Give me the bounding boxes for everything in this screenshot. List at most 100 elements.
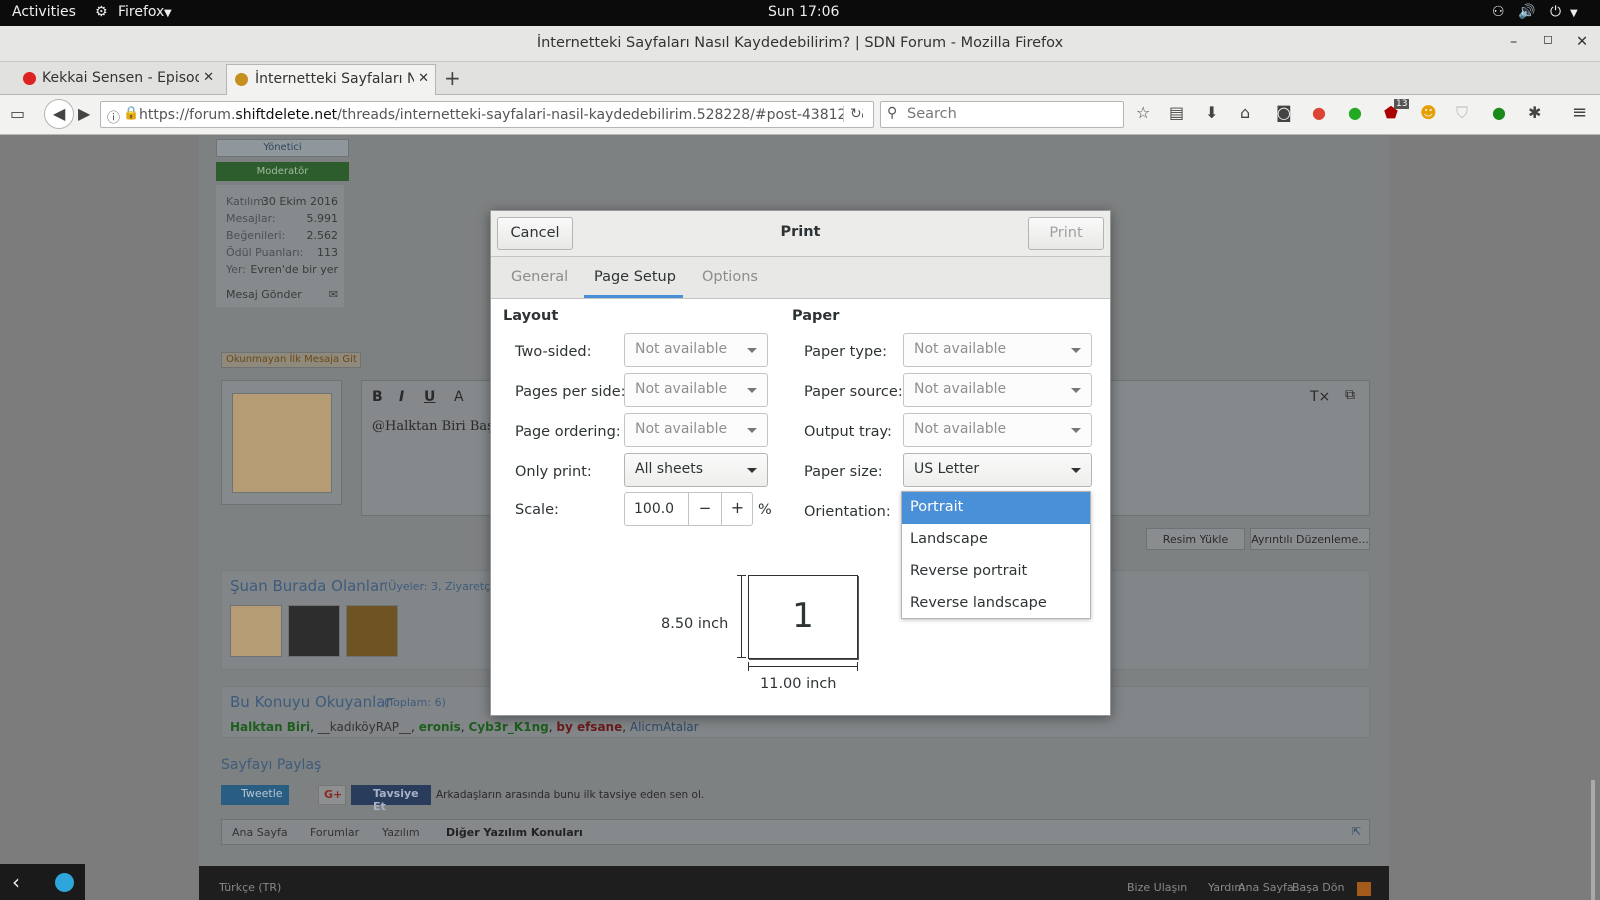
url-bar[interactable]: ⓘ 🔒 https://forum.shiftdelete.net/thread… xyxy=(100,101,874,128)
jump-icon[interactable]: ⇱ xyxy=(1352,825,1361,838)
minimize-button[interactable]: – xyxy=(1510,34,1517,50)
paper-source-select[interactable]: Not available xyxy=(903,373,1092,407)
extension-color-icon[interactable]: ● xyxy=(1312,105,1326,121)
hamburger-menu-icon[interactable]: ≡ xyxy=(1572,104,1587,122)
orientation-option-reverse-landscape[interactable]: Reverse landscape xyxy=(902,588,1090,620)
orientation-option-landscape[interactable]: Landscape xyxy=(902,524,1090,556)
dimension-tick xyxy=(737,657,746,658)
new-tab-button[interactable]: + xyxy=(444,66,461,90)
orientation-option-portrait[interactable]: Portrait xyxy=(902,492,1090,524)
chevron-down-icon xyxy=(1071,468,1081,473)
reading-list-icon[interactable]: ▤ xyxy=(1169,105,1184,121)
tab-sdn-forum[interactable]: İnternetteki Sayfaları Na ✕ xyxy=(226,64,436,95)
underline-icon[interactable]: U xyxy=(424,389,435,405)
reader-link[interactable]: AlicmAtalar xyxy=(630,720,699,734)
avatar[interactable] xyxy=(346,605,398,657)
downloads-icon[interactable]: ⬇ xyxy=(1205,105,1218,121)
network-icon[interactable]: ⚇ xyxy=(1492,4,1505,20)
rss-icon[interactable] xyxy=(1357,882,1371,896)
tweet-button[interactable]: Tweetle xyxy=(221,785,289,805)
bookmark-star-icon[interactable]: ☆ xyxy=(1136,105,1150,121)
close-tab-icon[interactable]: ✕ xyxy=(414,71,429,86)
breadcrumb-item[interactable]: Yazılım xyxy=(382,826,420,839)
footer-link[interactable]: Bize Ulaşın xyxy=(1127,881,1187,894)
paper-width-label: 11.00 inch xyxy=(760,676,837,692)
activities-button[interactable]: Activities xyxy=(12,4,76,20)
tab-options[interactable]: Options xyxy=(702,269,758,285)
scale-decrease-button[interactable]: − xyxy=(688,493,721,525)
facebook-recommend-button[interactable]: Tavsiye Et xyxy=(351,785,431,813)
close-tab-icon[interactable]: ✕ xyxy=(199,70,214,85)
upload-image-button[interactable]: Resim Yükle xyxy=(1146,528,1245,550)
pages-per-side-label: Pages per side: xyxy=(515,384,626,400)
footer-link[interactable]: Başa Dön xyxy=(1292,881,1344,894)
info-icon[interactable]: ⓘ xyxy=(107,107,120,126)
language-selector[interactable]: Türkçe (TR) xyxy=(219,881,281,894)
paper-header: Paper xyxy=(792,308,840,324)
telegram-icon[interactable] xyxy=(55,873,74,892)
print-button[interactable]: Print xyxy=(1028,217,1104,250)
app-menu-icon[interactable]: ⚙ xyxy=(95,4,108,20)
breadcrumb-item[interactable]: Diğer Yazılım Konuları xyxy=(446,826,583,839)
source-mode-icon[interactable]: ⧉ xyxy=(1345,387,1355,403)
search-placeholder: Search xyxy=(907,106,957,122)
chevron-left-icon[interactable]: ‹ xyxy=(12,870,20,894)
reader-link[interactable]: __kadıköyRAP__ xyxy=(318,720,411,734)
reader-link[interactable]: Halktan Biri xyxy=(230,720,310,734)
avatar[interactable] xyxy=(288,605,340,657)
reload-icon[interactable]: ↻ xyxy=(843,106,862,122)
footer-link[interactable]: Ana Sayfa xyxy=(1238,881,1294,894)
maximize-button[interactable]: ◻ xyxy=(1543,32,1553,46)
back-button[interactable]: ◀ xyxy=(44,99,74,129)
app-menu-button[interactable]: Firefox xyxy=(118,4,164,20)
paper-size-select[interactable]: US Letter xyxy=(903,453,1092,487)
shield-icon[interactable]: ⛉ xyxy=(1456,105,1468,121)
avatar[interactable] xyxy=(230,605,282,657)
paper-type-label: Paper type: xyxy=(804,344,887,360)
pocket-icon[interactable]: ◙ xyxy=(1276,105,1292,121)
search-input[interactable]: ⚲ Search xyxy=(880,101,1124,128)
output-tray-select[interactable]: Not available xyxy=(903,413,1092,447)
scrollbar[interactable] xyxy=(1591,780,1595,900)
tab-kekkai-sensen[interactable]: Kekkai Sensen - Episod ✕ xyxy=(14,64,220,95)
clock[interactable]: Sun 17:06 xyxy=(768,4,839,20)
font-color-icon[interactable]: A xyxy=(454,389,464,405)
breadcrumb-item[interactable]: Ana Sayfa xyxy=(232,826,288,839)
tab-page-setup[interactable]: Page Setup xyxy=(594,269,676,285)
forward-button[interactable]: ▶ xyxy=(78,106,90,122)
puzzle-extension-icon[interactable]: ✱ xyxy=(1528,105,1541,121)
only-print-select[interactable]: All sheets xyxy=(624,453,768,487)
close-window-button[interactable]: ✕ xyxy=(1576,34,1588,50)
breadcrumb-item[interactable]: Forumlar xyxy=(310,826,359,839)
envelope-icon[interactable]: ✉ xyxy=(329,288,338,301)
tab-general[interactable]: General xyxy=(511,269,568,285)
italic-icon[interactable]: I xyxy=(399,389,404,405)
reader-link[interactable]: Cyb3r_K1ng xyxy=(468,720,548,734)
editor-text[interactable]: @Halktan Biri Baştı xyxy=(372,419,503,434)
sidebar-icon[interactable]: ▭ xyxy=(10,106,25,122)
pages-per-side-select[interactable]: Not available xyxy=(624,373,768,407)
remove-format-icon[interactable]: T× xyxy=(1310,389,1330,405)
two-sided-select[interactable]: Not available xyxy=(624,333,768,367)
navigation-toolbar: ▭ ◀ ▶ ⓘ 🔒 https://forum.shiftdelete.net/… xyxy=(0,95,1600,135)
send-message-link[interactable]: Mesaj Gönder xyxy=(226,288,302,301)
orientation-option-reverse-portrait[interactable]: Reverse portrait xyxy=(902,556,1090,588)
bold-icon[interactable]: B xyxy=(372,389,383,405)
extension-chat-icon[interactable]: ● xyxy=(1348,105,1362,121)
home-icon[interactable]: ⌂ xyxy=(1240,105,1250,121)
advanced-edit-button[interactable]: Ayrıntılı Düzenleme... xyxy=(1250,528,1370,550)
power-icon[interactable]: ⏻ xyxy=(1550,4,1561,20)
reader-link[interactable]: eronis xyxy=(419,720,461,734)
volume-icon[interactable]: 🔊 xyxy=(1518,4,1535,20)
avatar[interactable] xyxy=(232,393,332,493)
reader-link[interactable]: by efsane xyxy=(556,720,622,734)
extension-green-icon[interactable]: ● xyxy=(1492,105,1506,121)
unread-first-message-button[interactable]: Okunmayan İlk Mesaja Git xyxy=(221,352,361,368)
scale-increase-button[interactable]: + xyxy=(721,493,753,525)
page-ordering-select[interactable]: Not available xyxy=(624,413,768,447)
google-plus-button[interactable]: G+ xyxy=(318,785,346,805)
paper-type-select[interactable]: Not available xyxy=(903,333,1092,367)
scale-input[interactable]: 100.0 xyxy=(634,501,674,517)
emoji-extension-icon[interactable]: ☻ xyxy=(1420,105,1437,121)
extension-badge: 13 xyxy=(1394,99,1410,109)
